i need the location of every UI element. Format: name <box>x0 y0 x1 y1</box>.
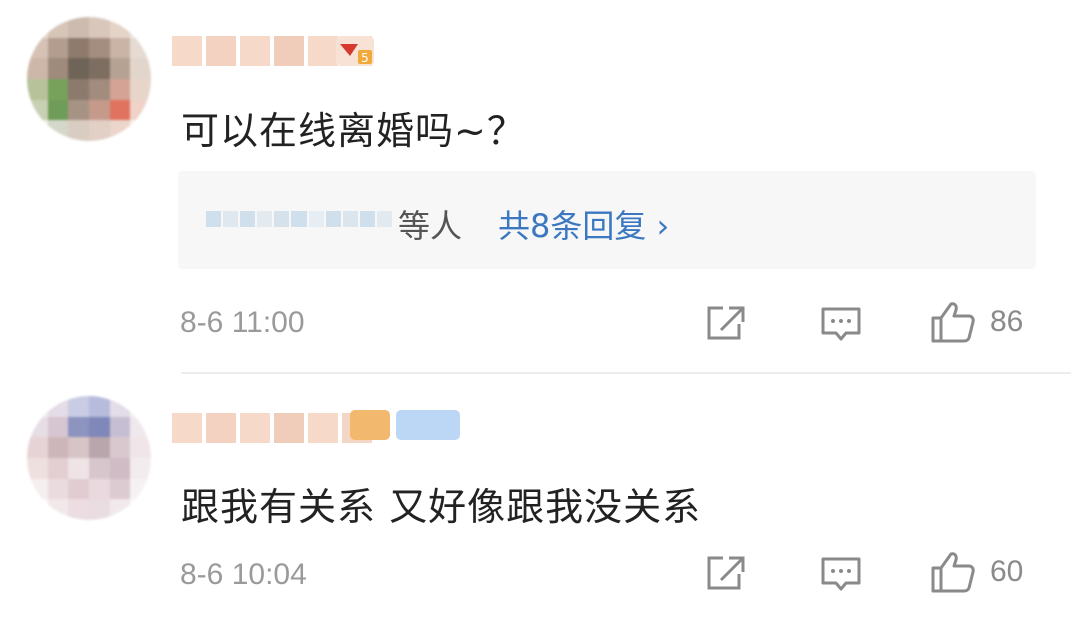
timestamp: 8-6 10:04 <box>180 558 307 591</box>
reply-usernames-blurred <box>206 199 393 239</box>
avatar[interactable] <box>27 17 151 141</box>
svg-text:5: 5 <box>361 51 369 65</box>
view-replies-link[interactable]: 共8条回复 › <box>498 201 669 247</box>
comment-icon <box>821 557 861 591</box>
comment-text: 跟我有关系 又好像跟我没关系 <box>181 485 702 529</box>
like-icon <box>931 302 975 343</box>
vip-badge <box>350 410 390 440</box>
comment-item-2: 跟我有关系 又好像跟我没关系 8-6 10:04 60 <box>0 374 1071 621</box>
share-button[interactable] <box>705 304 747 342</box>
comment-button[interactable] <box>820 306 862 344</box>
like-count: 60 <box>990 555 1024 588</box>
comment-item-1: 5 可以在线离婚吗~？ 等人 共8条回复 › 8-6 11:00 86 <box>0 0 1071 372</box>
timestamp: 8-6 11:00 <box>180 306 305 339</box>
like-icon <box>931 552 975 593</box>
share-button[interactable] <box>705 554 747 592</box>
avatar[interactable] <box>27 396 151 520</box>
level-badge: 5 <box>336 36 374 66</box>
reply-preview[interactable]: 等人 共8条回复 › <box>178 171 1036 269</box>
member-badge <box>396 410 460 440</box>
like-button[interactable]: 86 <box>930 300 1023 344</box>
reply-suffix: 等人 <box>398 207 463 245</box>
comment-button[interactable] <box>820 556 862 594</box>
comment-text: 可以在线离婚吗~？ <box>181 109 526 153</box>
comment-icon <box>821 307 861 341</box>
username-blurred[interactable] <box>172 410 372 446</box>
share-icon <box>707 306 745 340</box>
like-button[interactable]: 60 <box>930 550 1023 594</box>
share-icon <box>707 556 745 590</box>
like-count: 86 <box>990 305 1024 338</box>
